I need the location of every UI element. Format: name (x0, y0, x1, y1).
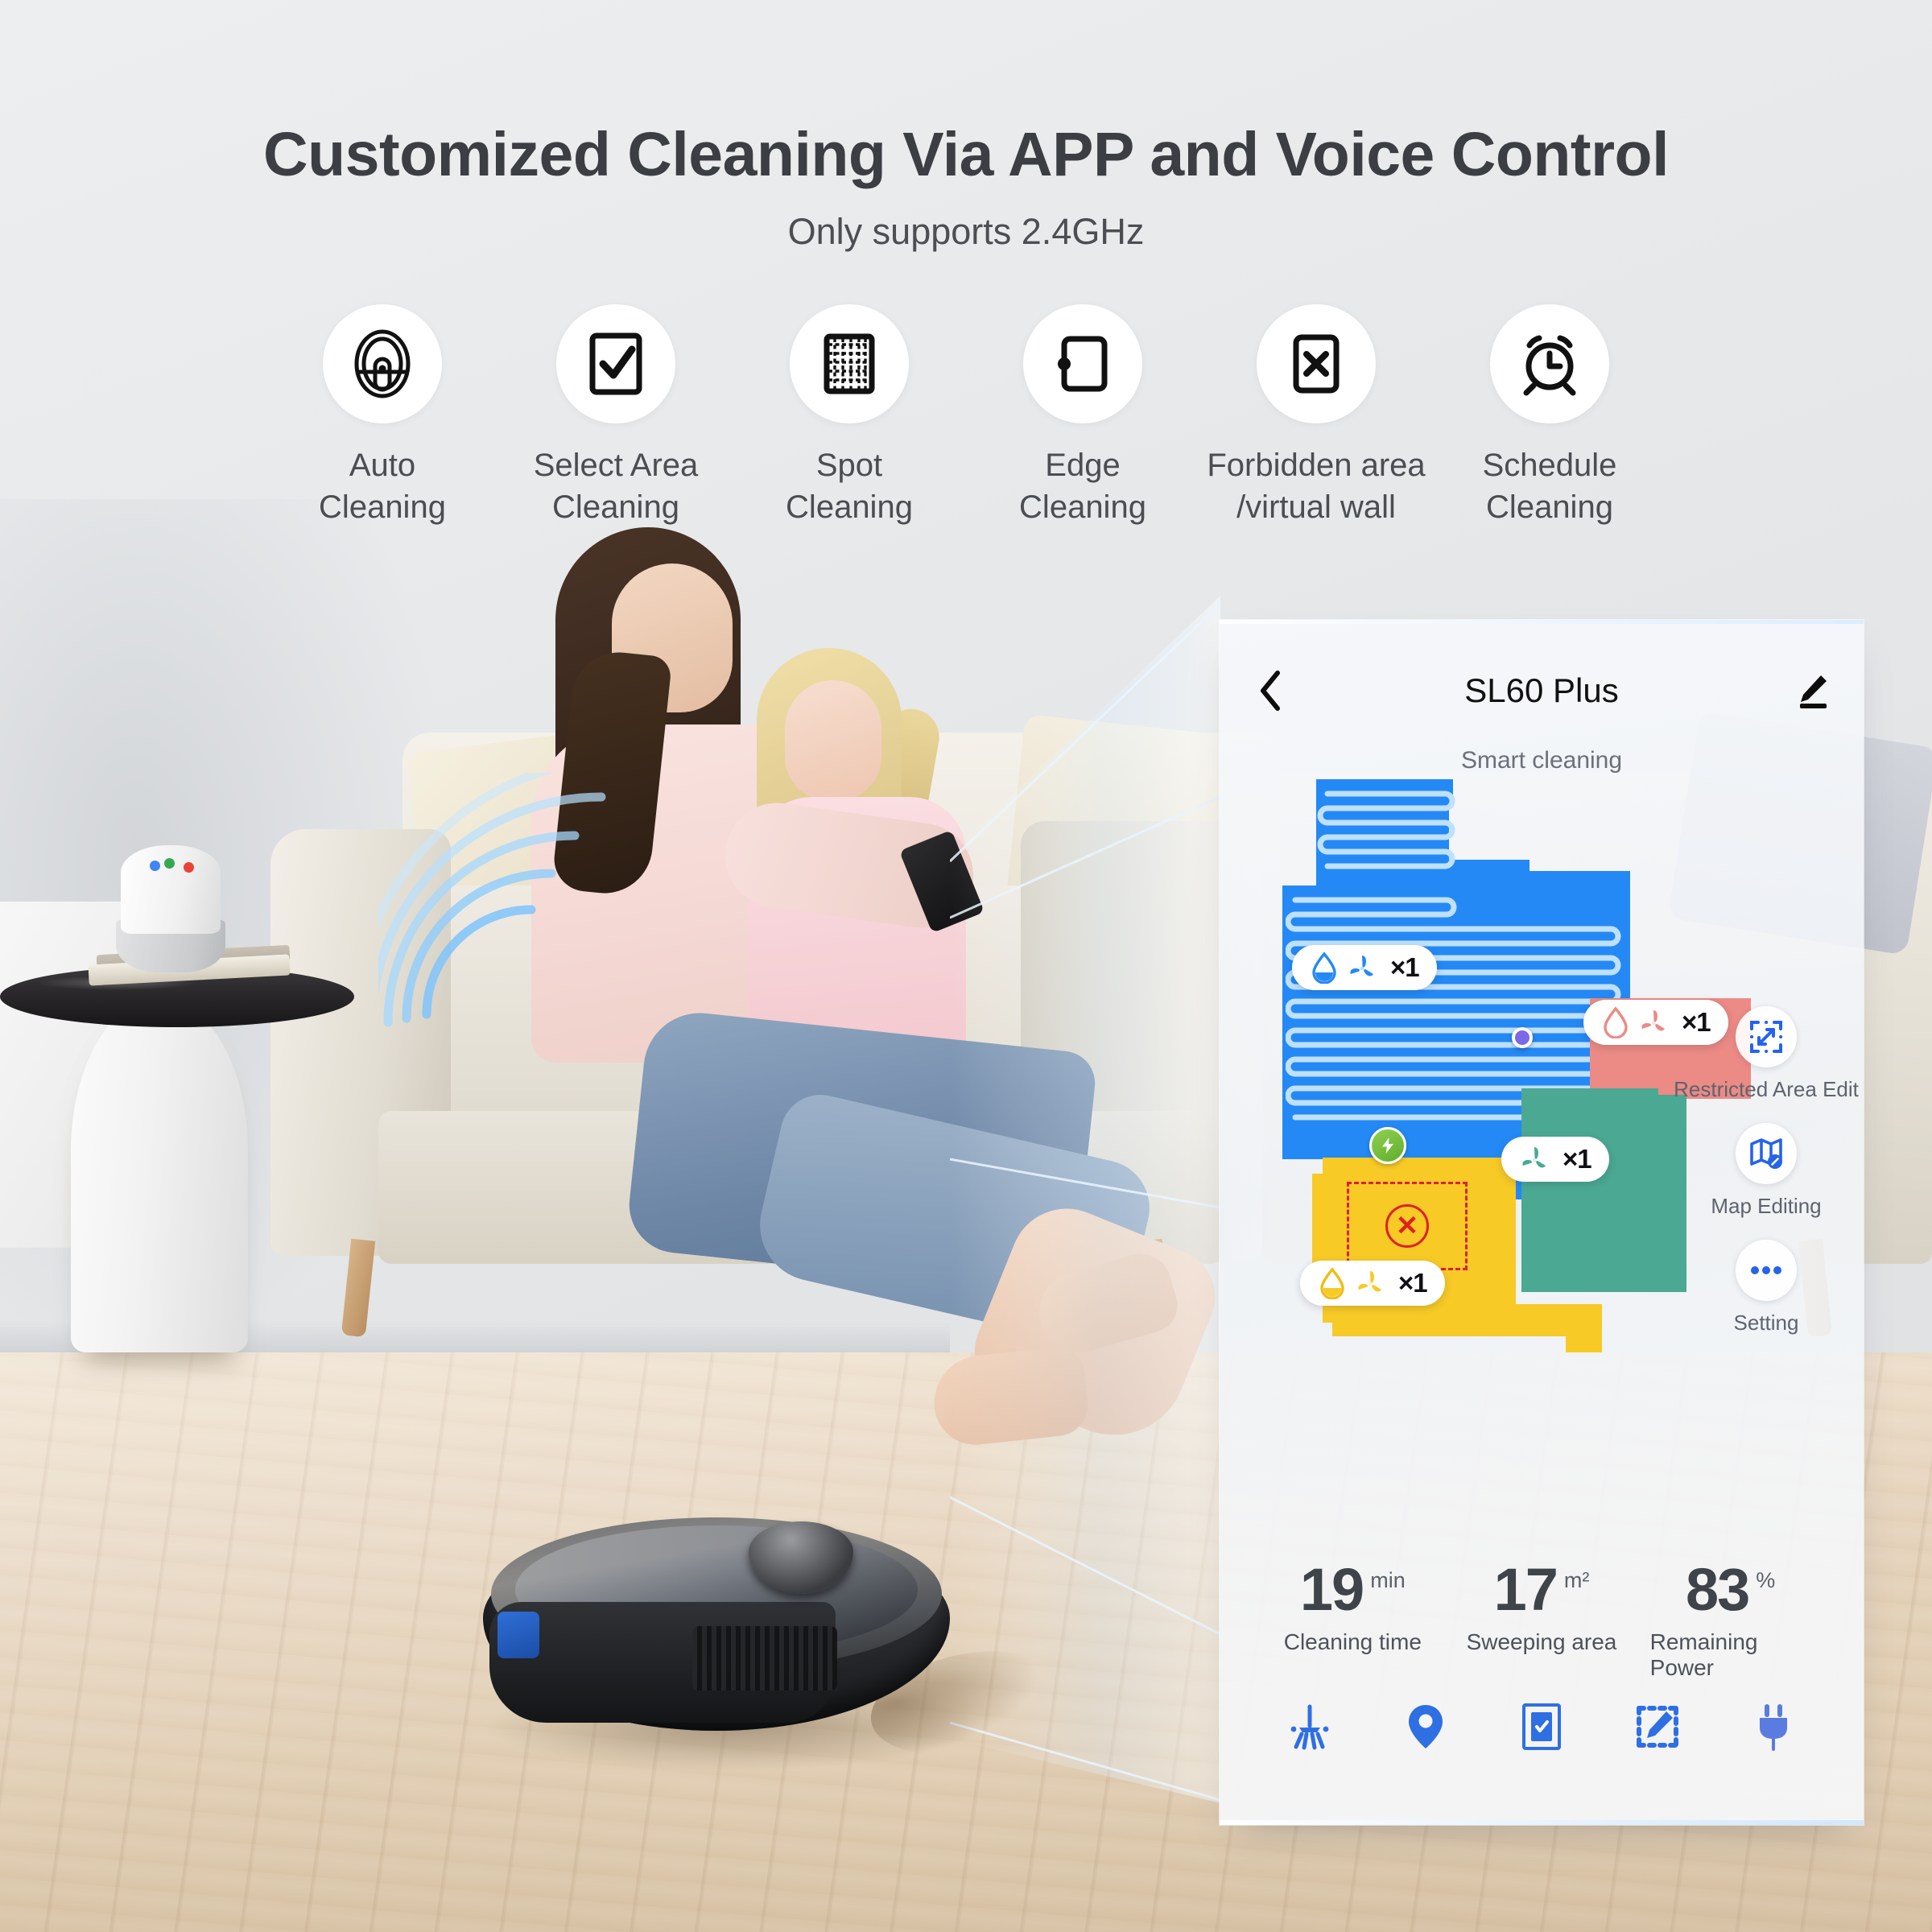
robot-vacuum-sensor (497, 1612, 539, 1658)
stat-label: Sweeping area (1466, 1629, 1617, 1655)
map-editing-icon (1736, 1123, 1797, 1184)
cleaning-stats: 19 min Cleaning time 17 m² Sweeping area… (1220, 1556, 1864, 1681)
map-tools: Restricted Area Edit Map Editing Setting (1674, 1006, 1859, 1356)
feature-label: Spot Cleaning (786, 448, 913, 525)
restricted-area-edit-icon (1736, 1006, 1797, 1067)
tool-setting[interactable]: Setting (1698, 1240, 1835, 1335)
page-title: Customized Cleaning Via APP and Voice Co… (263, 120, 1669, 189)
feature-label: Auto Cleaning (319, 448, 446, 525)
alarm-clock-icon (1490, 304, 1609, 423)
feature-label: Edge Cleaning (1019, 448, 1146, 525)
robot-position-icon (1512, 1027, 1533, 1048)
forbidden-zone-icon[interactable]: ✕ (1347, 1182, 1468, 1270)
cleaning-status: Smart cleaning (1460, 747, 1623, 774)
edit-name-button[interactable] (1791, 669, 1835, 712)
forbidden-x-icon (1257, 304, 1376, 423)
fan-speed-icon (1350, 956, 1373, 976)
device-name: SL60 Plus (1464, 671, 1619, 709)
feature-label: Select Area Cleaning (533, 448, 699, 525)
grid-spot-icon (790, 304, 909, 423)
feature-spot-cleaning[interactable]: Spot Cleaning (733, 304, 966, 528)
stat-remaining-power: 83 % Remaining Power (1649, 1556, 1811, 1681)
speaker-led-green (164, 858, 175, 869)
tool-label: Map Editing (1711, 1194, 1822, 1218)
robot-vacuum-vent (692, 1626, 837, 1690)
stat-label: Remaining Power (1649, 1629, 1758, 1681)
stat-cleaning-time: 19 min Cleaning time (1272, 1556, 1433, 1655)
charging-dock-icon (1369, 1127, 1406, 1164)
broom-clean-icon[interactable] (1274, 1690, 1346, 1763)
badge-count: ×1 (1563, 1144, 1592, 1174)
stat-value: 83 (1685, 1556, 1750, 1623)
water-drop-filled-icon (1320, 1267, 1344, 1299)
room-badge-yellow[interactable]: ×1 (1300, 1261, 1445, 1306)
room-badge-blue[interactable]: ×1 (1292, 945, 1437, 990)
map-room-yellow (1566, 1304, 1602, 1352)
map-room-green[interactable] (1521, 1095, 1686, 1292)
more-dots-icon (1736, 1240, 1797, 1301)
stat-label: Cleaning time (1283, 1629, 1422, 1655)
badge-count: ×1 (1398, 1268, 1428, 1298)
zone-edit-icon[interactable] (1621, 1690, 1694, 1763)
feature-list: Auto Cleaning Select Area Cleaning Spot … (266, 304, 1666, 528)
feature-schedule-cleaning[interactable]: Schedule Cleaning (1433, 304, 1666, 528)
stat-unit: m² (1563, 1568, 1590, 1592)
tool-label: Setting (1733, 1311, 1799, 1335)
fan-speed-icon (1641, 1010, 1665, 1031)
side-table-base (71, 998, 248, 1352)
girl-face (785, 680, 881, 801)
stat-unit: % (1756, 1568, 1776, 1592)
back-button[interactable] (1249, 669, 1292, 712)
select-area-icon[interactable] (1505, 1690, 1578, 1763)
fan-speed-icon (1358, 1271, 1381, 1292)
stat-value: 19 (1299, 1556, 1364, 1623)
app-bottom-toolbar (1220, 1682, 1864, 1771)
map-room-blue (1429, 779, 1453, 803)
forbidden-zone-marker: ✕ (1385, 1204, 1429, 1248)
wifi-signal-icon (378, 773, 606, 1027)
stat-sweeping-area: 17 m² Sweeping area (1461, 1556, 1622, 1655)
stat-unit: min (1370, 1568, 1406, 1592)
feature-forbidden-area[interactable]: Forbidden area /virtual wall (1199, 304, 1433, 528)
app-screen-overlay: SL60 Plus Smart cleaning ✕ ×1 ×1 ×1 ×1 R… (1220, 620, 1864, 1825)
water-drop-filled-icon (1312, 952, 1336, 984)
charge-plug-icon[interactable] (1737, 1690, 1810, 1763)
speaker-led-red (184, 862, 194, 873)
map-room-blue (1449, 871, 1630, 968)
tool-map-editing[interactable]: Map Editing (1698, 1123, 1835, 1219)
location-pin-icon[interactable] (1389, 1690, 1462, 1763)
feature-auto-cleaning[interactable]: Auto Cleaning (266, 304, 499, 528)
feature-select-area-cleaning[interactable]: Select Area Cleaning (499, 304, 733, 528)
feature-label: Forbidden area /virtual wall (1207, 448, 1426, 525)
badge-count: ×1 (1390, 952, 1420, 982)
page-subtitle: Only supports 2.4GHz (787, 211, 1145, 252)
robot-vacuum-icon (323, 304, 442, 423)
speaker-led-blue (150, 861, 160, 871)
feature-edge-cleaning[interactable]: Edge Cleaning (966, 304, 1199, 528)
water-drop-outline-icon (1604, 1006, 1628, 1038)
checkbox-check-icon (556, 304, 675, 423)
fan-speed-icon (1522, 1147, 1546, 1168)
edge-room-icon (1023, 304, 1142, 423)
app-header: SL60 Plus (1220, 658, 1864, 723)
tool-label: Restricted Area Edit (1674, 1077, 1859, 1101)
stat-value: 17 (1493, 1556, 1558, 1623)
tool-restricted-area-edit[interactable]: Restricted Area Edit (1674, 1006, 1859, 1102)
map-room-yellow (1332, 1304, 1574, 1336)
feature-label: Schedule Cleaning (1482, 448, 1617, 525)
room-badge-green[interactable]: ×1 (1501, 1137, 1609, 1182)
